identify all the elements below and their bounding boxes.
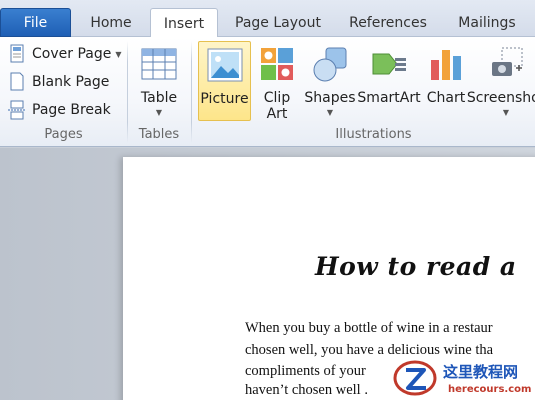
tab-insert[interactable]: Insert [150, 8, 218, 38]
shapes-button[interactable]: Shapes ▼ [303, 41, 357, 121]
smartart-button[interactable]: SmartArt [357, 41, 421, 121]
tab-page-layout[interactable]: Page Layout [226, 8, 330, 37]
picture-label: Picture [200, 91, 249, 107]
clip-art-icon [259, 46, 295, 82]
tab-mailings[interactable]: Mailings [446, 8, 528, 37]
clip-art-button[interactable]: Clip Art [256, 41, 298, 122]
blank-page-button[interactable]: Blank Page [8, 70, 109, 94]
watermark-logo-icon [392, 358, 438, 398]
smartart-icon [371, 46, 407, 82]
smartart-label: SmartArt [357, 90, 421, 106]
page-break-button[interactable]: Page Break [8, 98, 111, 122]
document-text-line: compliments of your [245, 363, 366, 379]
document-text-line: When you buy a bottle of wine in a resta… [245, 320, 493, 336]
page-break-icon [8, 100, 26, 120]
watermark-text: 这里教程网 [443, 363, 519, 381]
tab-file[interactable]: File [0, 8, 71, 37]
group-label-illustrations: Illustrations [335, 127, 412, 142]
tab-references[interactable]: References [340, 8, 436, 37]
table-label: Table [140, 90, 178, 106]
table-button[interactable]: Table ▼ [134, 41, 184, 121]
cover-page-button[interactable]: Cover Page ▼ [8, 42, 122, 66]
tab-home[interactable]: Home [80, 8, 142, 37]
chevron-down-icon: ▼ [502, 108, 510, 117]
clip-art-label-2: Art [266, 106, 288, 122]
ribbon: Cover Page ▼ Blank Page Page Break Pages… [0, 37, 535, 147]
table-icon [141, 46, 177, 82]
screenshot-label: Screenshot [466, 90, 535, 106]
screenshot-button[interactable]: Screenshot ▼ [467, 41, 535, 121]
chevron-down-icon: ▼ [326, 108, 334, 117]
chart-icon [428, 46, 464, 82]
screenshot-icon [488, 46, 524, 82]
shapes-label: Shapes [304, 90, 356, 106]
document-text-line: chosen well, you have a delicious wine t… [245, 342, 494, 358]
page-break-label: Page Break [32, 102, 111, 118]
clip-art-label-1: Clip [263, 90, 291, 106]
shapes-icon [312, 46, 348, 82]
blank-page-label: Blank Page [32, 74, 110, 90]
ribbon-tab-bar: File Home Insert Page Layout References … [0, 0, 535, 38]
blank-page-icon [8, 72, 26, 92]
chevron-down-icon: ▼ [115, 49, 122, 59]
picture-button[interactable]: Picture [198, 41, 251, 121]
document-heading: How to read a [315, 252, 517, 281]
watermark-url: herecours.com [448, 384, 532, 395]
group-label-pages: Pages [44, 127, 83, 142]
document-text-line: haven’t chosen well . [245, 382, 368, 398]
chart-button[interactable]: Chart [423, 41, 469, 121]
cover-page-label: Cover Page [32, 46, 112, 62]
chevron-down-icon: ▼ [155, 108, 163, 117]
group-label-tables: Tables [138, 127, 180, 142]
cover-page-icon [8, 44, 26, 64]
chart-label: Chart [426, 90, 466, 106]
picture-icon [207, 47, 243, 83]
